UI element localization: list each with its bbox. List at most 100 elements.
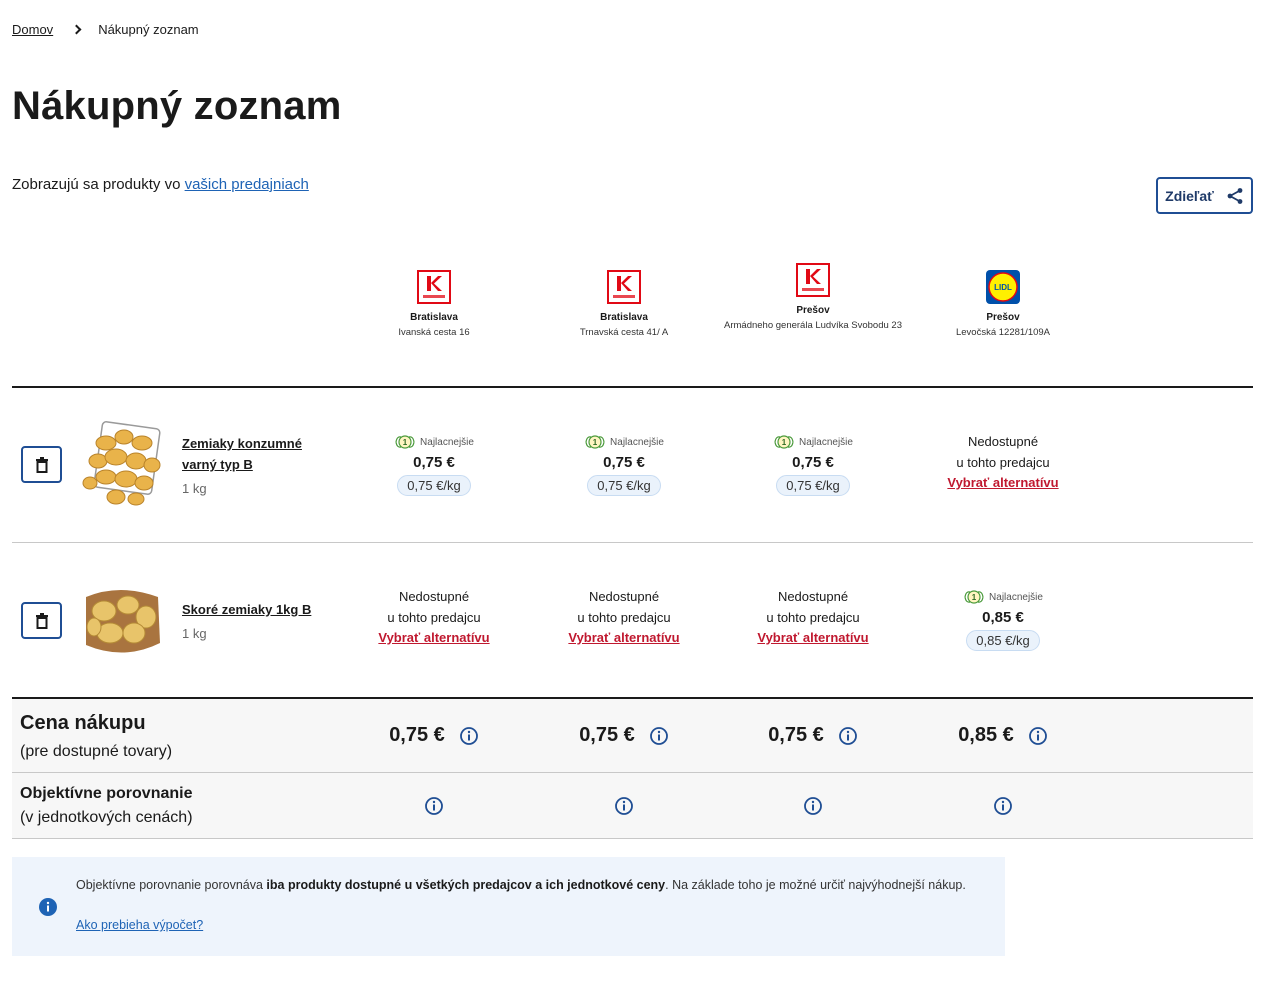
price-cell: 1 Najlacnejšie 0,75 € 0,75 €/kg <box>718 433 908 496</box>
info-icon[interactable] <box>993 796 1013 816</box>
product-price: 0,85 € <box>982 609 1024 626</box>
price-cell: 1 Najlacnejšie 0,85 € 0,85 €/kg <box>908 588 1098 651</box>
comparison-cell <box>529 796 719 816</box>
how-calculated-link[interactable]: Ako prebieha výpočet? <box>76 918 203 932</box>
store-city: Prešov <box>986 312 1020 323</box>
store-city: Bratislava <box>410 312 458 323</box>
unavailable-cell: Nedostupné u tohto predajcu Vybrať alter… <box>529 586 719 647</box>
kaufland-logo-icon <box>607 270 641 304</box>
comparison-subtitle: (v jednotkových cenách) <box>20 809 193 826</box>
cheapest-badge-label: Najlacnejšie <box>610 436 664 448</box>
unavailable-cell: Nedostupné u tohto predajcu Vybrať alter… <box>339 586 529 647</box>
svg-text:1: 1 <box>403 438 408 447</box>
info-icon[interactable] <box>459 726 479 746</box>
unavailable-text: Nedostupné <box>398 589 470 604</box>
total-price: 0,75 € <box>579 724 635 746</box>
stores-info-text: Zobrazujú sa produkty vo <box>12 176 185 193</box>
store-address: Ivanská cesta 16 <box>398 327 470 338</box>
trash-icon <box>35 456 48 473</box>
summary-divider <box>12 697 1253 699</box>
stores-info: Zobrazujú sa produkty vo vašich predajni… <box>12 176 309 193</box>
cheapest-badge: 1 Najlacnejšie <box>529 433 719 451</box>
info-icon[interactable] <box>614 796 634 816</box>
price-cell: 1 Najlacnejšie 0,75 € 0,75 €/kg <box>529 433 719 496</box>
comparison-title: Objektívne porovnanie <box>20 785 193 802</box>
info-icon[interactable] <box>649 726 669 746</box>
total-price: 0,85 € <box>958 724 1014 746</box>
unit-price: 0,75 €/kg <box>776 475 850 496</box>
unit-price: 0,75 €/kg <box>587 475 661 496</box>
product-name-link[interactable]: Skoré zemiaky 1kg B <box>182 599 311 620</box>
store-column-header: Bratislava Trnavská cesta 41/ A <box>529 270 719 340</box>
price-cell: 1 Najlacnejšie 0,75 € 0,75 €/kg <box>339 433 529 496</box>
store-column-header: Prešov Armádneho generála Ludvíka Svobod… <box>718 263 908 333</box>
cheapest-badge: 1 Najlacnejšie <box>718 433 908 451</box>
potatoes-bag-image <box>82 421 161 506</box>
choose-alternative-link[interactable]: Vybrať alternatívu <box>947 475 1058 490</box>
store-city: Bratislava <box>600 312 648 323</box>
unit-price: 0,75 €/kg <box>397 475 471 496</box>
product-name-line: varný typ B <box>182 457 253 472</box>
unavailable-text: Nedostupné <box>967 434 1039 449</box>
share-button[interactable]: Zdieľať <box>1156 177 1253 214</box>
your-stores-link[interactable]: vašich predajniach <box>185 176 309 193</box>
svg-text:1: 1 <box>593 438 598 447</box>
breadcrumb-current: Nákupný zoznam <box>98 22 199 37</box>
product-price: 0,75 € <box>792 454 834 471</box>
store-city: Prešov <box>796 305 830 316</box>
total-price-cell: 0,75 € <box>718 724 908 747</box>
info-icon[interactable] <box>803 796 823 816</box>
medal-icon: 1 <box>964 590 984 604</box>
info-icon[interactable] <box>1028 726 1048 746</box>
unavailable-subtext: u tohto predajcu <box>956 455 1050 470</box>
remove-product-button[interactable] <box>21 446 62 483</box>
trash-icon <box>35 612 48 629</box>
cheapest-badge-label: Najlacnejšie <box>420 436 474 448</box>
summary-row-divider <box>12 772 1253 773</box>
product-name-link[interactable]: Zemiaky konzumné varný typ B <box>182 433 302 475</box>
store-address: Trnavská cesta 41/ A <box>579 327 669 338</box>
page-title: Nákupný zoznam <box>12 84 342 128</box>
total-price: 0,75 € <box>768 724 824 746</box>
total-price: 0,75 € <box>389 724 445 746</box>
comparison-cell <box>718 796 908 816</box>
total-price-cell: 0,85 € <box>908 724 1098 747</box>
medal-icon: 1 <box>395 435 415 449</box>
store-address: Levočská 12281/109A <box>955 327 1051 338</box>
medal-icon: 1 <box>774 435 794 449</box>
share-icon <box>1227 187 1243 204</box>
svg-text:1: 1 <box>972 593 977 602</box>
info-icon[interactable] <box>424 796 444 816</box>
svg-text:1: 1 <box>782 438 787 447</box>
store-column-header: LIDL Prešov Levočská 12281/109A <box>908 270 1098 340</box>
note-text-bold: iba produkty dostupné u všetkých predajc… <box>266 878 666 892</box>
summary-bottom-divider <box>12 838 1253 839</box>
note-text-part: . Na základe toho je možné určiť najvýho… <box>665 878 966 892</box>
share-button-label: Zdieľať <box>1165 187 1214 204</box>
total-price-cell: 0,75 € <box>339 724 529 747</box>
store-address: Armádneho generála Ludvíka Svobodu 23 <box>724 320 902 331</box>
info-icon[interactable] <box>838 726 858 746</box>
unavailable-subtext: u tohto predajcu <box>387 610 481 625</box>
cheapest-badge: 1 Najlacnejšie <box>339 433 529 451</box>
choose-alternative-link[interactable]: Vybrať alternatívu <box>568 630 679 645</box>
unit-price: 0,85 €/kg <box>966 630 1040 651</box>
comparison-note: Objektívne porovnanie porovnáva iba prod… <box>12 857 1005 956</box>
info-filled-icon <box>39 898 57 916</box>
product-price: 0,75 € <box>603 454 645 471</box>
unavailable-subtext: u tohto predajcu <box>766 610 860 625</box>
cheapest-badge: 1 Najlacnejšie <box>908 588 1098 606</box>
breadcrumb-home-link[interactable]: Domov <box>12 22 53 37</box>
svg-text:LIDL: LIDL <box>994 283 1012 292</box>
comparison-cell <box>339 796 529 816</box>
cheapest-badge-label: Najlacnejšie <box>799 436 853 448</box>
remove-product-button[interactable] <box>21 602 62 639</box>
comparison-note-text: Objektívne porovnanie porovnáva iba prod… <box>76 875 976 896</box>
store-column-header: Bratislava Ivanská cesta 16 <box>339 270 529 340</box>
choose-alternative-link[interactable]: Vybrať alternatívu <box>757 630 868 645</box>
unavailable-cell: Nedostupné u tohto predajcu Vybrať alter… <box>908 431 1098 492</box>
potatoes-image <box>86 590 160 653</box>
choose-alternative-link[interactable]: Vybrať alternatívu <box>378 630 489 645</box>
summary-title: Cena nákupu <box>20 712 146 734</box>
table-header-divider <box>12 386 1253 388</box>
